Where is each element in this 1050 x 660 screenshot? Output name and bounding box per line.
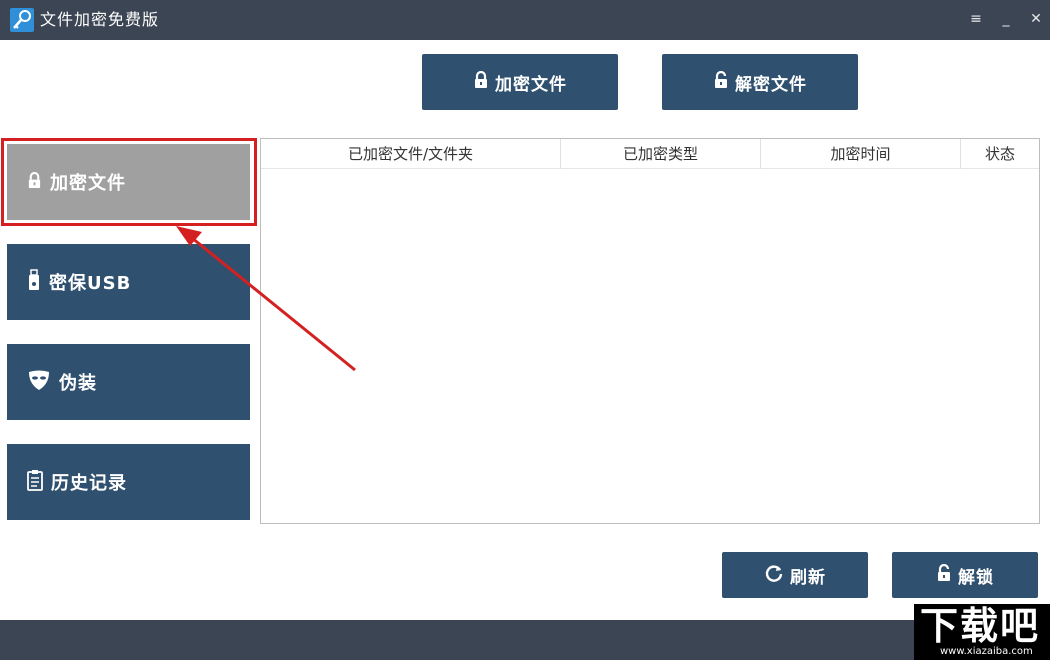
column-header-time[interactable]: 加密时间 [761,139,961,169]
watermark-url: www.xiazaiba.com [940,646,1033,657]
unlock-icon [713,70,729,93]
close-button[interactable]: ✕ [1024,8,1048,30]
decrypt-file-label: 解密文件 [735,74,807,95]
watermark-logo: 下载吧 www.xiazaiba.com [914,604,1050,660]
window-title: 文件加密免费版 [40,10,160,29]
lock-icon [473,70,489,93]
mask-icon [27,368,51,396]
table-header: 已加密文件/文件夹 已加密类型 加密时间 状态 [261,139,1039,169]
refresh-icon [764,563,784,587]
sidebar-item-disguise[interactable]: 伪装 [7,344,250,420]
sidebar-item-label: 加密文件 [50,173,126,194]
sidebar-item-encrypt[interactable]: 加密文件 [7,144,250,220]
sidebar-item-usb[interactable]: 密保USB [7,244,250,320]
app-window: 文件加密免费版 ≡ _ ✕ 加密文件 解密文件 加密文件 密保USB 伪装 历史… [0,0,1050,660]
clipboard-icon [27,469,43,495]
decrypt-file-button[interactable]: 解密文件 [662,54,858,110]
column-header-files[interactable]: 已加密文件/文件夹 [261,139,561,169]
refresh-button[interactable]: 刷新 [722,552,868,598]
status-bar [0,620,1050,660]
unlock-button[interactable]: 解锁 [892,552,1038,598]
watermark-text: 下载吧 [920,604,1041,648]
encrypt-file-label: 加密文件 [495,74,567,95]
refresh-label: 刷新 [790,567,826,588]
encrypt-file-button[interactable]: 加密文件 [422,54,618,110]
lock-icon [27,171,42,193]
menu-button[interactable]: ≡ [964,8,988,30]
unlock-icon [936,563,952,586]
title-bar: 文件加密免费版 ≡ _ ✕ [0,0,1050,40]
sidebar-item-label: 历史记录 [51,473,127,494]
column-header-status[interactable]: 状态 [961,139,1039,169]
sidebar-item-history[interactable]: 历史记录 [7,444,250,520]
encrypted-files-table[interactable]: 已加密文件/文件夹 已加密类型 加密时间 状态 [260,138,1040,524]
key-icon [10,8,34,32]
column-header-type[interactable]: 已加密类型 [561,139,761,169]
sidebar-item-label: 伪装 [59,373,97,394]
unlock-label: 解锁 [958,567,994,588]
sidebar-item-label: 密保USB [49,273,132,294]
minimize-button[interactable]: _ [994,8,1018,30]
usb-icon [27,269,41,295]
